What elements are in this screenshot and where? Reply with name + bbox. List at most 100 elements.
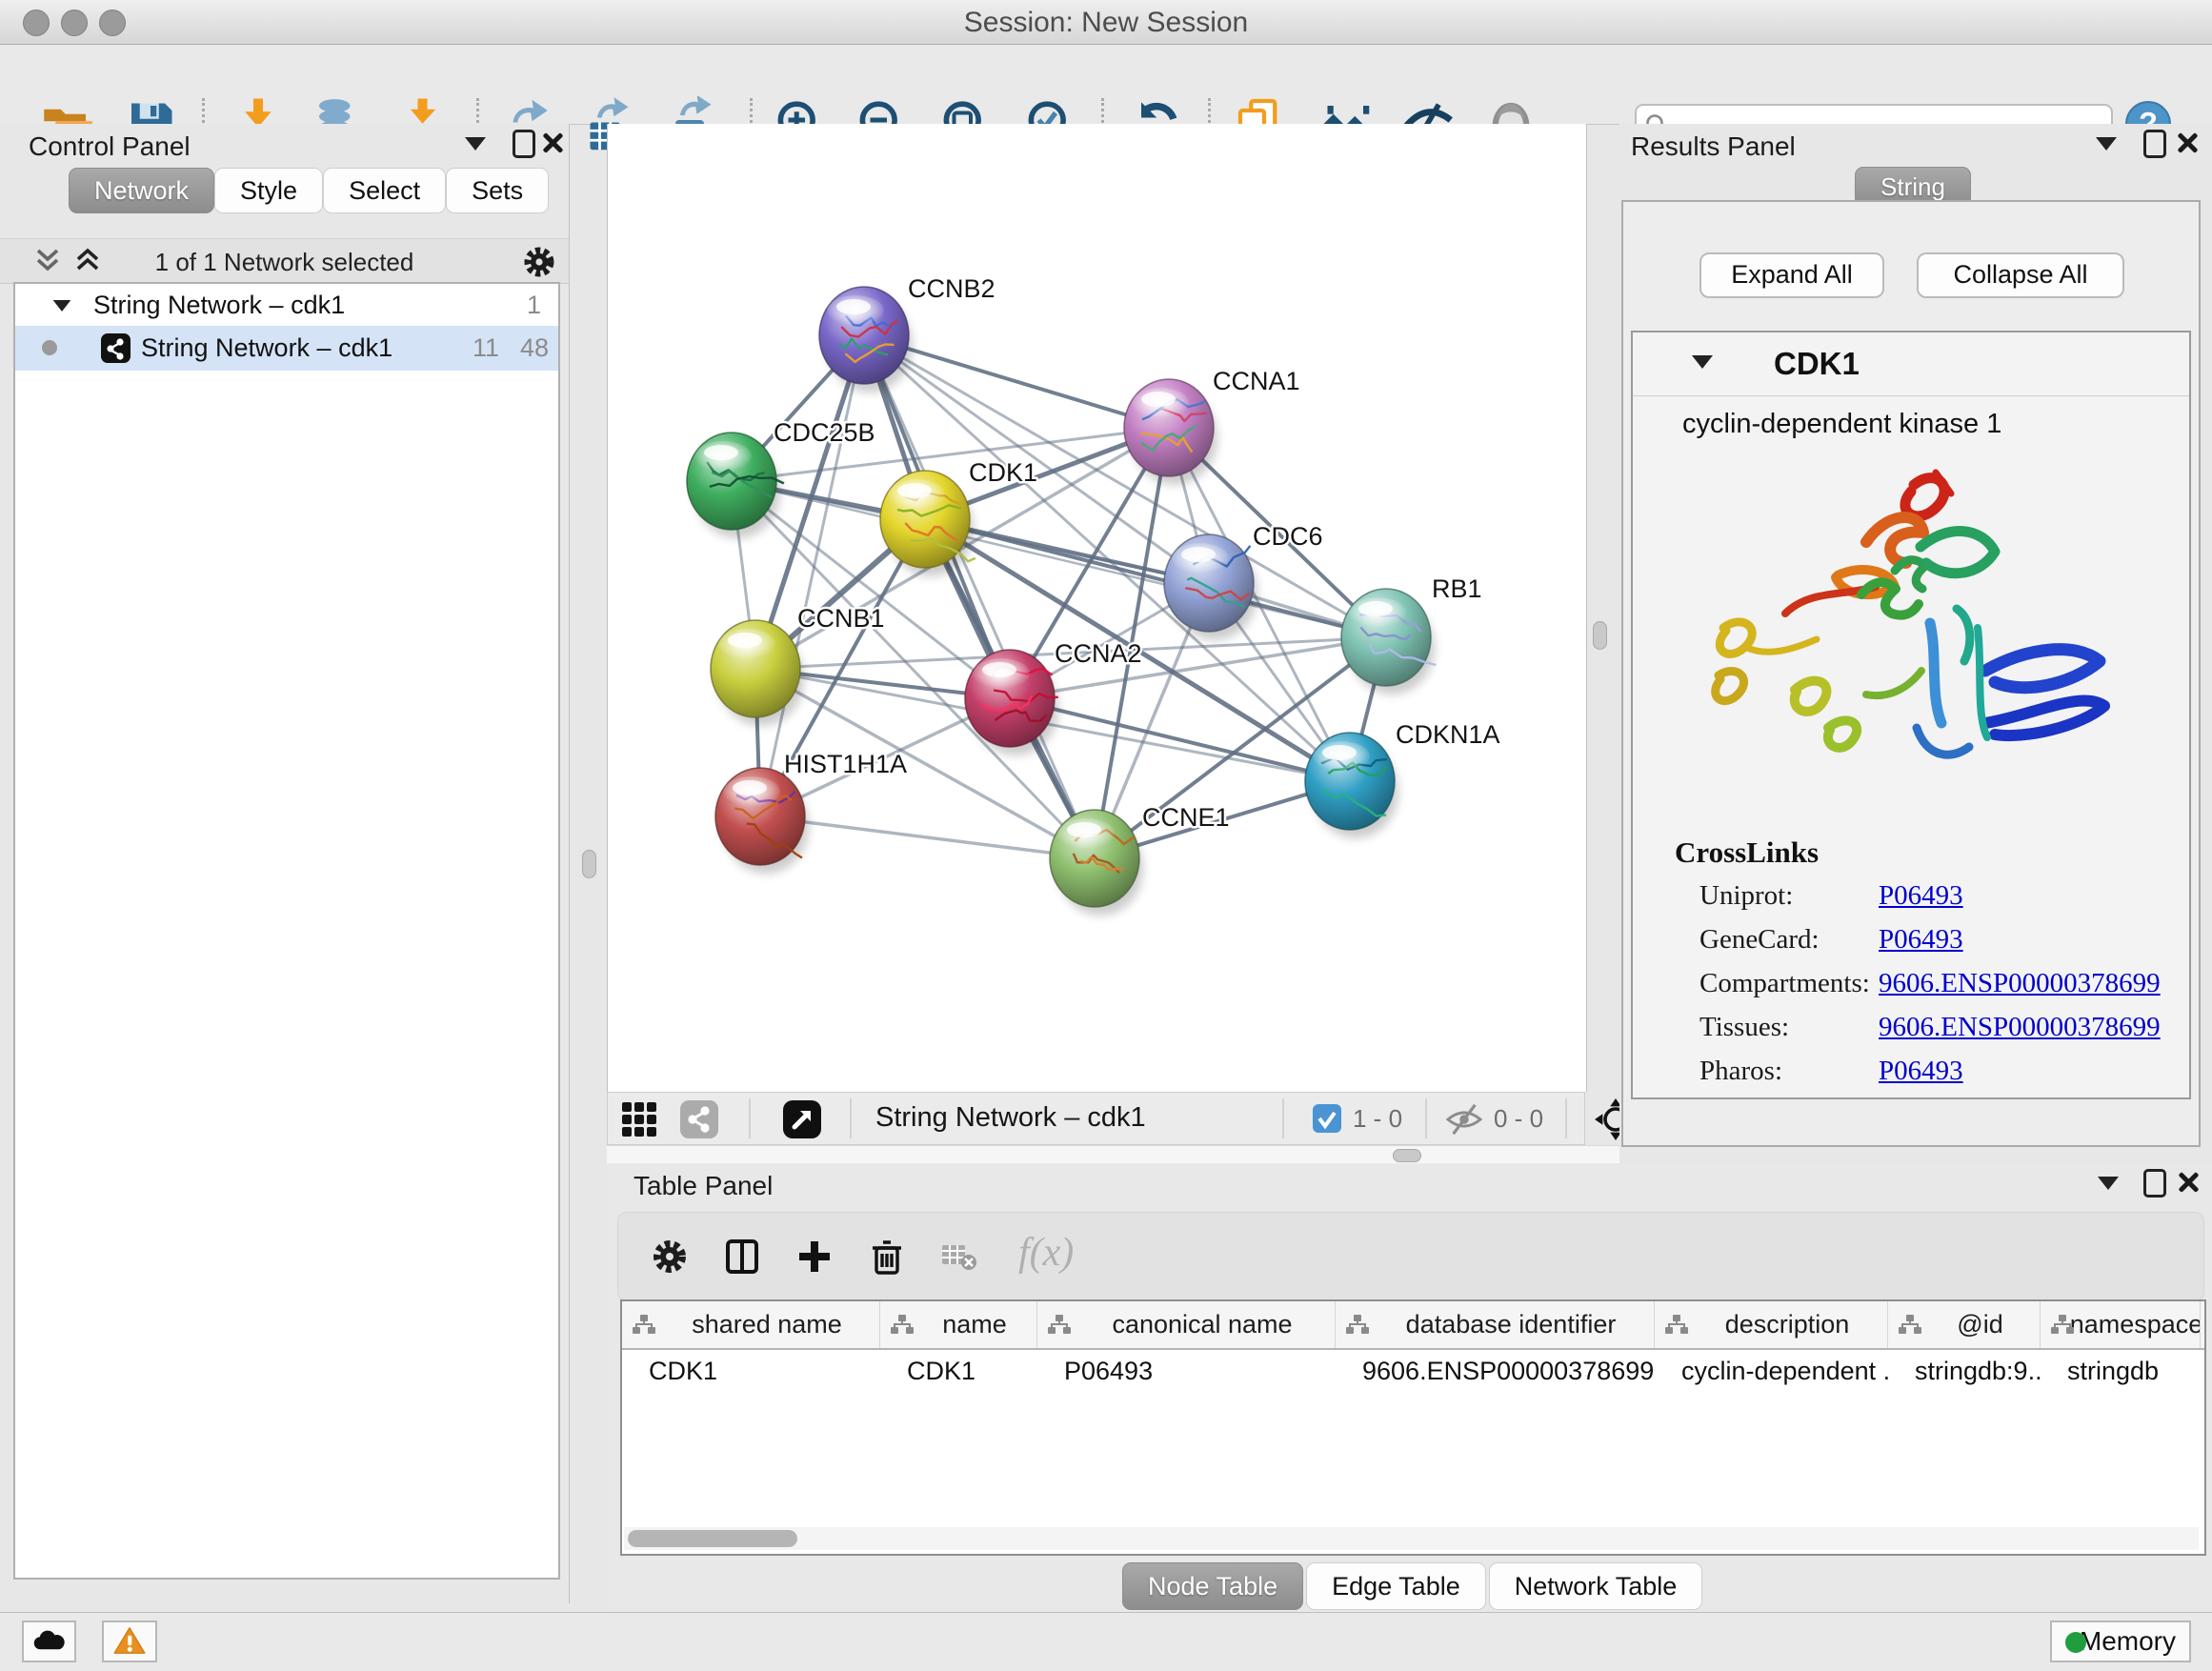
show-columns-icon[interactable]: [723, 1238, 761, 1276]
control-panel-menu-icon[interactable]: [465, 137, 486, 151]
network-view-title: String Network – cdk1: [875, 1102, 1146, 1134]
collapse-all-button[interactable]: Collapse All: [1917, 252, 2124, 298]
cdk1-card-header[interactable]: CDK1: [1633, 332, 2189, 396]
control-panel-tabs: NetworkStyleSelectSets: [69, 168, 549, 213]
results-panel-menu-icon[interactable]: [2096, 137, 2117, 151]
network-selection-strip: 1 of 1 Network selected: [0, 238, 569, 284]
network-collection-row[interactable]: String Network – cdk1 1: [15, 284, 558, 326]
column-header-@id[interactable]: @id: [1888, 1301, 2041, 1348]
tab-select[interactable]: Select: [323, 168, 446, 213]
table-cell: P06493: [1037, 1350, 1336, 1392]
delete-table-icon-disabled: [939, 1238, 977, 1276]
table-panel-close-icon[interactable]: [2177, 1170, 2200, 1193]
tab-edge-table[interactable]: Edge Table: [1306, 1562, 1486, 1610]
cdk1-result-card: CDK1 cyclin-dependent kinase 1: [1631, 331, 2191, 1099]
crosslink-value-link[interactable]: P06493: [1879, 924, 1963, 955]
column-header-name[interactable]: name: [880, 1301, 1037, 1348]
node-cdkn1a[interactable]: [1305, 733, 1395, 830]
column-header-label: database identifier: [1406, 1310, 1617, 1339]
node-ccnb2[interactable]: [819, 287, 909, 384]
network-tree: String Network – cdk1 1 String Network –…: [13, 282, 560, 1580]
table-cell: 9606.ENSP00000378699: [1336, 1350, 1655, 1392]
control-panel-float-icon[interactable]: [513, 130, 535, 158]
hidden-counts: 0 - 0: [1494, 1104, 1543, 1134]
node-label: CCNA1: [1213, 367, 1300, 395]
collection-expand-icon[interactable]: [53, 300, 71, 312]
column-header-label: namespace: [2070, 1310, 2201, 1339]
share-view-icon[interactable]: [680, 1100, 718, 1138]
node-ccna1[interactable]: [1124, 379, 1214, 476]
tab-node-table[interactable]: Node Table: [1122, 1562, 1303, 1610]
crosslink-value-link[interactable]: 9606.ENSP00000378699: [1879, 968, 2161, 998]
crosslink-value-link[interactable]: P06493: [1879, 880, 1963, 911]
table-gear-icon[interactable]: [651, 1238, 689, 1276]
network-row-selected[interactable]: String Network – cdk1 11 48: [15, 326, 558, 371]
application-window: Session: New Session: [0, 0, 2212, 1671]
table-panel-float-icon[interactable]: [2143, 1169, 2166, 1198]
table-cell: CDK1: [622, 1350, 880, 1392]
network-edge-count: 48: [520, 326, 549, 371]
node-cdc6[interactable]: [1164, 534, 1254, 632]
table-panel-title: Table Panel: [633, 1171, 773, 1201]
column-header-database-identifier[interactable]: database identifier: [1336, 1301, 1655, 1348]
tab-sets[interactable]: Sets: [446, 168, 549, 213]
expand-all-button[interactable]: Expand All: [1699, 252, 1884, 298]
warning-icon[interactable]: [102, 1621, 157, 1662]
column-header-shared-name[interactable]: shared name: [622, 1301, 880, 1348]
crosslink-row: Uniprot:P06493: [1699, 880, 2176, 924]
bottom-splitter-handle[interactable]: [1393, 1149, 1421, 1162]
tab-network-table[interactable]: Network Table: [1489, 1562, 1703, 1610]
network-canvas[interactable]: CCNB2CCNA1CDC25BCDK1CDC6RB1CCNB1CCNA2CDK…: [607, 124, 1587, 1092]
cloud-icon[interactable]: [22, 1621, 76, 1662]
results-panel-float-icon[interactable]: [2143, 130, 2166, 158]
node-ccnb1[interactable]: [711, 620, 800, 717]
node-ccne1[interactable]: [1050, 810, 1139, 907]
node-label: CCNB1: [797, 604, 885, 633]
node-label: CDKN1A: [1396, 720, 1500, 749]
left-splitter-handle[interactable]: [582, 850, 596, 878]
table-horizontal-scrollbar[interactable]: [624, 1527, 2199, 1550]
control-panel-close-icon[interactable]: [541, 131, 564, 153]
column-header-namespace[interactable]: namespace: [2041, 1301, 2201, 1348]
cdk1-collapse-icon[interactable]: [1692, 355, 1713, 369]
results-panel-close-icon[interactable]: [2176, 131, 2199, 153]
edges: [732, 335, 1386, 858]
table-panel-menu-icon[interactable]: [2098, 1177, 2119, 1190]
network-label: String Network – cdk1: [141, 326, 392, 371]
crosslink-value-link[interactable]: 9606.ENSP00000378699: [1879, 1012, 2161, 1042]
edge[interactable]: [760, 335, 864, 816]
node-cdk1[interactable]: [880, 471, 975, 568]
memory-label: Memory: [2080, 1626, 2176, 1656]
column-header-description[interactable]: description: [1655, 1301, 1888, 1348]
selected-checkbox-icon[interactable]: [1313, 1104, 1341, 1133]
table-cell: stringdb:9...: [1888, 1350, 2041, 1392]
strip-divider: [1565, 1098, 1567, 1138]
node-label: CDC6: [1253, 522, 1323, 551]
status-bar: Memory: [0, 1612, 2212, 1671]
column-header-label: @id: [1957, 1310, 2002, 1339]
memory-button[interactable]: Memory: [2050, 1621, 2191, 1662]
node-label: CCNE1: [1142, 803, 1230, 832]
crosslink-value-link[interactable]: P06493: [1879, 1056, 1963, 1086]
cdk1-description: cyclin-dependent kinase 1: [1682, 409, 2001, 440]
node-label: CCNB2: [908, 274, 995, 303]
tab-network[interactable]: Network: [69, 168, 214, 213]
node-hist1h1a[interactable]: [715, 768, 805, 865]
string-results-box: Expand All Collapse All CDK1 cyclin-depe…: [1621, 200, 2201, 1147]
add-column-icon[interactable]: [795, 1238, 834, 1276]
control-panel: Control Panel NetworkStyleSelectSets 1 o…: [0, 124, 570, 1603]
gear-icon[interactable]: [522, 245, 556, 279]
column-header-canonical-name[interactable]: canonical name: [1037, 1301, 1336, 1348]
edge[interactable]: [864, 335, 1095, 858]
table-row[interactable]: CDK1CDK1P064939606.ENSP00000378699cyclin…: [622, 1350, 2204, 1392]
delete-column-icon[interactable]: [868, 1238, 906, 1276]
tab-style[interactable]: Style: [214, 168, 323, 213]
right-splitter-handle[interactable]: [1593, 621, 1607, 650]
edge[interactable]: [760, 816, 1095, 858]
scrollbar-thumb[interactable]: [628, 1530, 797, 1547]
open-in-window-icon[interactable]: [783, 1100, 821, 1138]
crosslink-row: Compartments:9606.ENSP00000378699: [1699, 968, 2176, 1012]
network-node-count: 11: [473, 326, 499, 371]
crosslink-row: GeneCard:P06493: [1699, 924, 2176, 968]
birdseye-grid-icon[interactable]: [621, 1101, 657, 1137]
